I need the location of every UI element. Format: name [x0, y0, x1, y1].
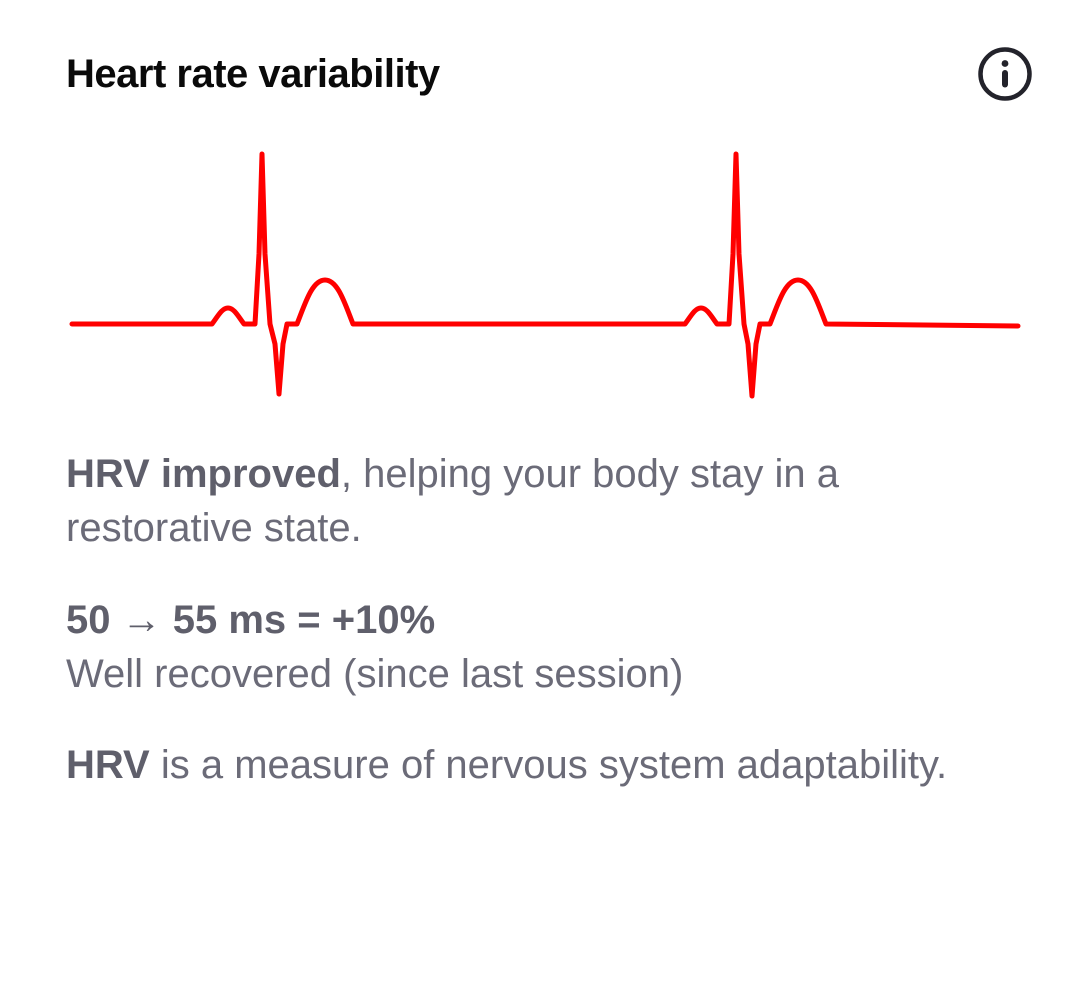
change-value: 50 → 55 ms = +10%: [66, 598, 436, 642]
info-circle-icon: [978, 47, 1032, 101]
ecg-waveform: [69, 151, 1021, 399]
change-status: Well recovered (since last session): [66, 652, 684, 696]
info-button[interactable]: [976, 45, 1034, 103]
definition-bold: HRV: [66, 743, 150, 787]
ecg-trace: [69, 151, 1021, 399]
hrv-card: Heart rate variability HRV improved, hel…: [0, 0, 1080, 1004]
hrv-change: 50 → 55 ms = +10% Well recovered (since …: [66, 593, 1026, 701]
definition-text: is a measure of nervous system adaptabil…: [149, 743, 948, 787]
hrv-definition: HRV is a measure of nervous system adapt…: [66, 738, 1026, 792]
card-title: Heart rate variability: [66, 52, 440, 96]
summary-bold: HRV improved: [66, 452, 341, 496]
hrv-summary: HRV improved, helping your body stay in …: [66, 447, 1026, 555]
